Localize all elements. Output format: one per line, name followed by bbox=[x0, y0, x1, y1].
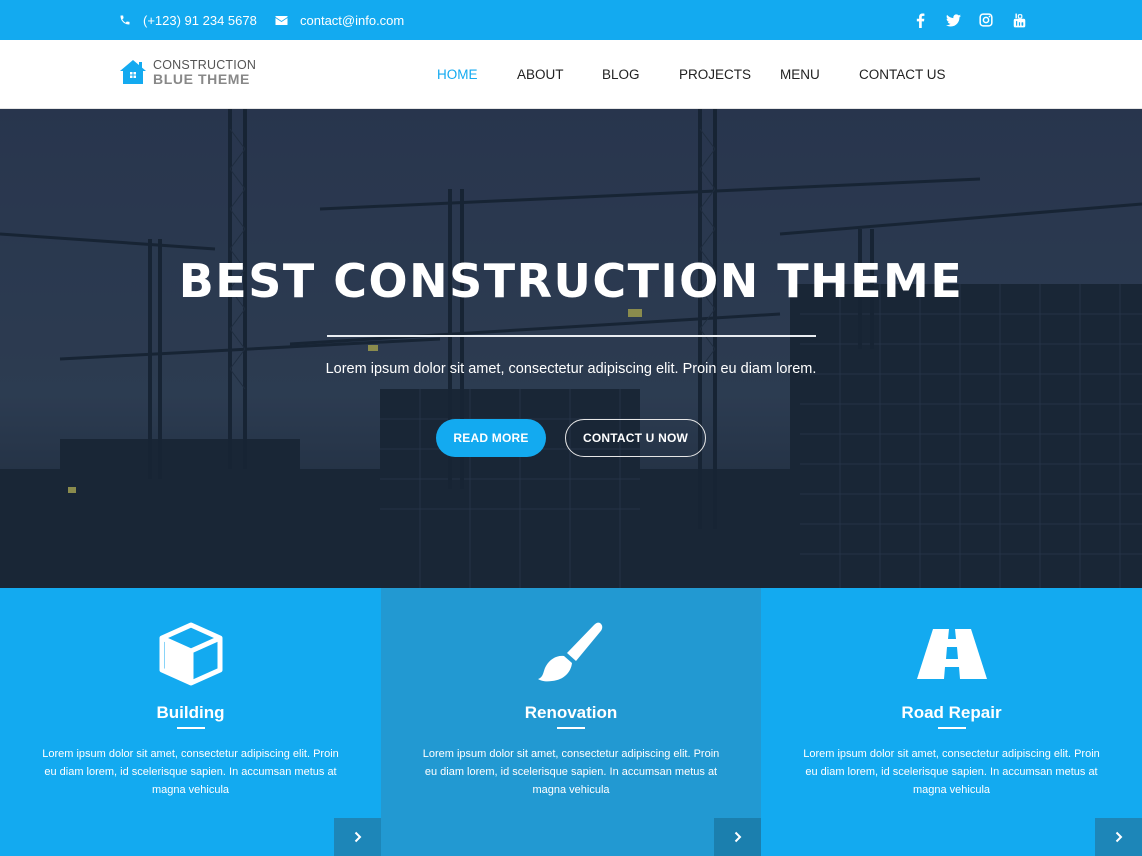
hero-subtitle: Lorem ipsum dolor sit amet, consectetur … bbox=[325, 361, 817, 377]
read-more-button[interactable]: READ MORE bbox=[436, 419, 546, 457]
feature-arrow-button[interactable] bbox=[1095, 818, 1142, 856]
twitter-icon[interactable] bbox=[945, 12, 961, 28]
feature-arrow-button[interactable] bbox=[714, 818, 761, 856]
feature-renovation: Renovation Lorem ipsum dolor sit amet, c… bbox=[381, 588, 761, 856]
phone-contact[interactable]: (+123) 91 234 5678 bbox=[119, 0, 257, 40]
feature-underline bbox=[937, 727, 966, 729]
nav-home[interactable]: HOME bbox=[437, 67, 478, 82]
phone-number: (+123) 91 234 5678 bbox=[143, 12, 257, 28]
phone-icon bbox=[120, 15, 130, 25]
nav-about[interactable]: ABOUT bbox=[517, 67, 564, 82]
email-contact[interactable]: contact@info.com bbox=[275, 0, 404, 40]
facebook-icon[interactable] bbox=[912, 12, 928, 28]
road-icon bbox=[916, 621, 987, 687]
feature-title: Road Repair bbox=[901, 703, 1002, 722]
site-logo[interactable]: CONSTRUCTION BLUE THEME bbox=[119, 58, 256, 86]
feature-description: Lorem ipsum dolor sit amet, consectetur … bbox=[422, 748, 720, 796]
envelope-icon bbox=[275, 15, 288, 25]
cube-icon bbox=[156, 621, 226, 687]
feature-title: Renovation bbox=[524, 703, 618, 722]
feature-building: Building Lorem ipsum dolor sit amet, con… bbox=[0, 588, 381, 856]
feature-road-repair: Road Repair Lorem ipsum dolor sit amet, … bbox=[761, 588, 1142, 856]
chevron-right-icon bbox=[734, 831, 741, 843]
feature-underline bbox=[557, 727, 585, 729]
nav-blog[interactable]: BLOG bbox=[602, 67, 640, 82]
feature-description: Lorem ipsum dolor sit amet, consectetur … bbox=[42, 748, 339, 796]
hero-overlay bbox=[0, 109, 1142, 588]
hero-divider bbox=[327, 335, 816, 337]
contact-now-button[interactable]: CONTACT U NOW bbox=[565, 419, 706, 457]
feature-underline bbox=[176, 727, 205, 729]
top-bar: (+123) 91 234 5678 contact@info.com bbox=[0, 0, 1142, 40]
site-header: CONSTRUCTION BLUE THEME HOME ABOUT BLOG … bbox=[0, 40, 1142, 109]
chevron-right-icon bbox=[1115, 831, 1122, 843]
nav-menu[interactable]: MENU bbox=[780, 67, 820, 82]
features-section: Building Lorem ipsum dolor sit amet, con… bbox=[0, 588, 1142, 856]
instagram-icon[interactable] bbox=[978, 12, 994, 28]
feature-title: Building bbox=[156, 703, 225, 722]
house-icon bbox=[120, 60, 146, 84]
logo-line-construction: CONSTRUCTION bbox=[153, 58, 257, 72]
feature-arrow-button[interactable] bbox=[334, 818, 381, 856]
hero-banner: BEST CONSTRUCTION THEME Lorem ipsum dolo… bbox=[0, 109, 1142, 588]
feature-description: Lorem ipsum dolor sit amet, consectetur … bbox=[803, 748, 1100, 796]
nav-projects[interactable]: PROJECTS bbox=[679, 67, 751, 82]
email-address: contact@info.com bbox=[300, 12, 405, 28]
hero-title: BEST CONSTRUCTION THEME bbox=[178, 254, 964, 308]
chevron-right-icon bbox=[354, 831, 361, 843]
nav-contact-us[interactable]: CONTACT US bbox=[859, 67, 946, 82]
paintbrush-icon bbox=[536, 621, 606, 687]
logo-line-blue-theme: BLUE THEME bbox=[153, 71, 250, 87]
social-links bbox=[912, 0, 1027, 40]
youtube-icon[interactable] bbox=[1011, 12, 1027, 28]
